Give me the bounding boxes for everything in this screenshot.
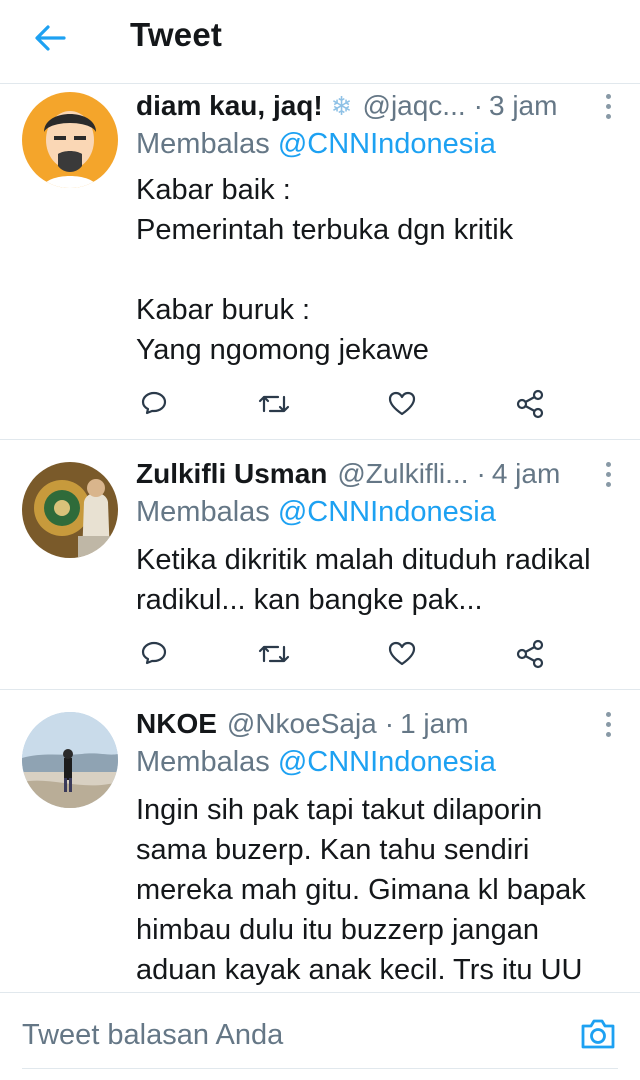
tweet-item[interactable]: Zulkifli Usman @Zulkifli... · 4 jam Memb… (0, 440, 640, 690)
header-bar: Tweet (0, 0, 640, 84)
replying-to-label: Membalas (136, 496, 270, 528)
author-handle[interactable]: @NkoeSaja (227, 708, 377, 740)
more-options-icon[interactable] (598, 704, 618, 744)
tweet-actions (136, 386, 556, 422)
like-button[interactable] (384, 636, 420, 672)
avatar[interactable] (22, 462, 118, 558)
retweet-icon (258, 645, 290, 663)
tweet-text: Kabar baik : Pemerintah terbuka dgn krit… (136, 174, 514, 366)
tweet-text: Ingin sih pak tapi takut dilaporin sama … (136, 794, 586, 986)
avatar-illustration (22, 92, 118, 188)
author-handle[interactable]: @Zulkifli... (337, 458, 468, 490)
avatar[interactable] (22, 712, 118, 808)
divider (22, 1068, 618, 1069)
like-button[interactable] (384, 386, 420, 422)
reply-button[interactable] (136, 636, 172, 672)
tweet-time[interactable]: 3 jam (489, 90, 557, 122)
avatar[interactable] (22, 92, 118, 188)
page-title: Tweet (130, 16, 223, 53)
author-handle[interactable]: @jaqc... (363, 90, 466, 122)
retweet-button[interactable] (256, 386, 292, 422)
replying-to-label: Membalas (136, 746, 270, 778)
tweet-time[interactable]: 1 jam (400, 708, 468, 740)
share-icon (516, 389, 544, 419)
author-name[interactable]: NKOE (136, 708, 217, 740)
author-name[interactable]: Zulkifli Usman (136, 458, 327, 490)
back-button[interactable] (28, 18, 72, 58)
tweet-header: NKOE @NkoeSaja · 1 jam (136, 704, 600, 744)
tweet-header: Zulkifli Usman @Zulkifli... · 4 jam (136, 454, 600, 494)
tweet-actions (136, 636, 556, 672)
replying-to-mention[interactable]: @CNNIndonesia (278, 496, 496, 528)
tweet-text: Ketika dikritik malah dituduh radikal ra… (136, 544, 591, 616)
camera-button[interactable] (576, 1013, 620, 1055)
reply-input[interactable] (22, 1015, 542, 1055)
share-button[interactable] (512, 636, 548, 672)
retweet-button[interactable] (256, 636, 292, 672)
author-name[interactable]: diam kau, jaq! (136, 90, 323, 122)
replying-to: Membalas @CNNIndonesia (136, 128, 496, 161)
reply-composer (0, 992, 640, 1080)
dot-separator: · (384, 708, 395, 739)
avatar-illustration (22, 462, 118, 558)
replying-to-mention[interactable]: @CNNIndonesia (278, 128, 496, 160)
tweet-item[interactable]: diam kau, jaq! ❄ @jaqc... · 3 jam Membal… (0, 84, 640, 440)
replying-to: Membalas @CNNIndonesia (136, 746, 496, 779)
retweet-icon (258, 395, 290, 413)
share-icon (516, 639, 544, 669)
dot-separator: · (476, 458, 486, 489)
replying-to: Membalas @CNNIndonesia (136, 496, 496, 529)
arrow-left-icon (35, 25, 66, 51)
replying-to-mention[interactable]: @CNNIndonesia (278, 746, 496, 778)
tweet-item[interactable]: NKOE @NkoeSaja · 1 jam Membalas @CNNIndo… (0, 690, 640, 992)
comment-icon (141, 641, 167, 665)
snowflake-icon: ❄ (330, 90, 353, 121)
share-button[interactable] (512, 386, 548, 422)
camera-icon (581, 1019, 615, 1049)
tweet-time[interactable]: 4 jam (492, 458, 560, 490)
heart-icon (388, 391, 416, 416)
more-options-icon[interactable] (598, 454, 618, 494)
dot-separator: · (473, 90, 483, 121)
replying-to-label: Membalas (136, 128, 270, 160)
avatar-illustration (22, 712, 118, 808)
more-options-icon[interactable] (598, 86, 618, 126)
heart-icon (388, 641, 416, 666)
comment-icon (141, 391, 167, 415)
reply-button[interactable] (136, 386, 172, 422)
tweet-header: diam kau, jaq! ❄ @jaqc... · 3 jam (136, 86, 600, 126)
